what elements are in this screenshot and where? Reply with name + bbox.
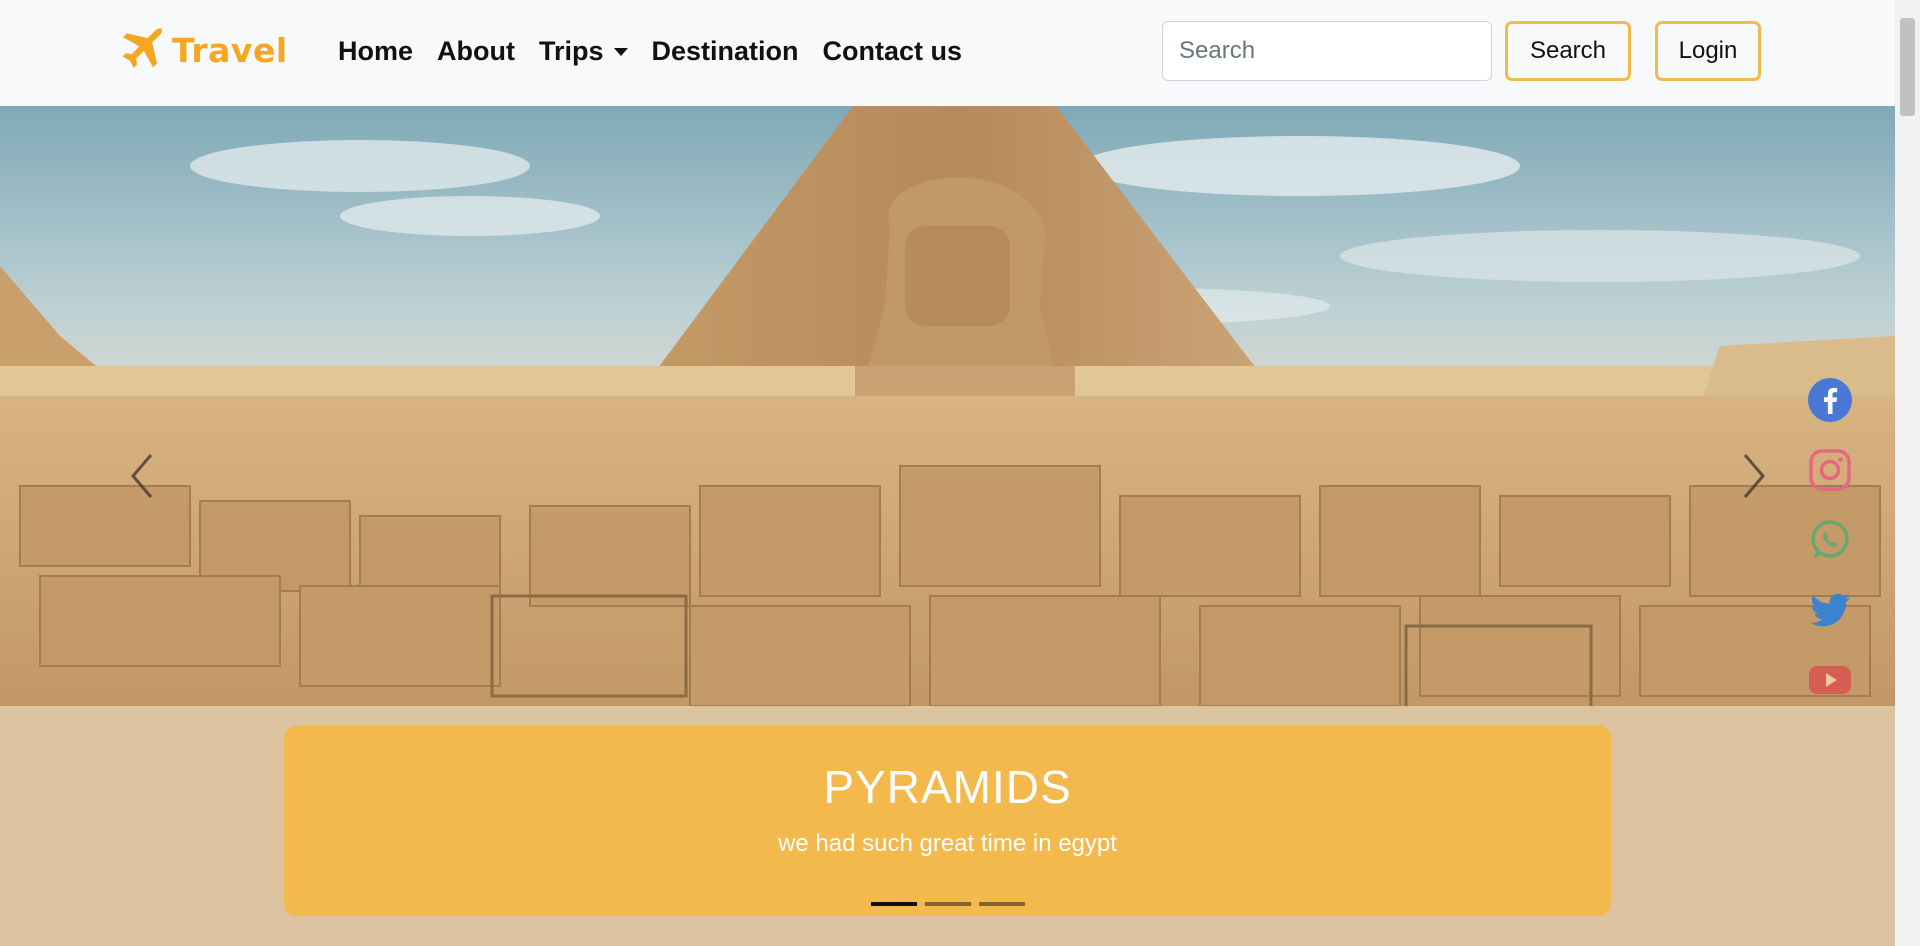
- nav-about[interactable]: About: [425, 33, 527, 69]
- main-nav: Home About Trips Destination Contact us: [326, 33, 974, 69]
- navbar: Travel Home About Trips Destination Cont…: [0, 0, 1895, 106]
- nav-home[interactable]: Home: [326, 33, 425, 69]
- twitter-icon[interactable]: [1806, 586, 1854, 634]
- youtube-icon[interactable]: [1806, 656, 1854, 704]
- login-button[interactable]: Login: [1655, 21, 1761, 81]
- whatsapp-icon[interactable]: [1806, 516, 1854, 564]
- page-scrollbar[interactable]: [1895, 0, 1920, 946]
- brand-logo[interactable]: Travel: [116, 24, 288, 76]
- nav-trips-label: Trips: [538, 36, 604, 66]
- carousel-next-button[interactable]: [1724, 436, 1784, 516]
- caret-down-icon: [613, 48, 628, 56]
- nav-trips-dropdown[interactable]: Trips: [527, 33, 640, 69]
- carousel-indicator[interactable]: [870, 902, 917, 906]
- hero-carousel: PYRAMIDS we had such great time in egypt: [0, 106, 1895, 946]
- instagram-icon[interactable]: [1806, 446, 1854, 494]
- carousel-indicator[interactable]: [924, 902, 971, 906]
- facebook-icon[interactable]: [1806, 376, 1854, 424]
- airplane-icon: [122, 27, 163, 68]
- carousel-caption: PYRAMIDS we had such great time in egypt: [284, 726, 1611, 916]
- search-button[interactable]: Search: [1505, 21, 1631, 81]
- caption-title: PYRAMIDS: [823, 761, 1072, 813]
- carousel-indicator[interactable]: [978, 902, 1025, 906]
- search-input[interactable]: [1162, 21, 1492, 81]
- caption-text: we had such great time in egypt: [778, 830, 1117, 857]
- chevron-right-icon: [1743, 454, 1765, 498]
- nav-destination[interactable]: Destination: [640, 33, 811, 69]
- carousel-indicators: [284, 902, 1611, 906]
- scrollbar-thumb[interactable]: [1900, 18, 1915, 116]
- nav-contact[interactable]: Contact us: [811, 33, 975, 69]
- carousel-prev-button[interactable]: [112, 436, 172, 516]
- brand-name: Travel: [172, 30, 288, 70]
- chevron-left-icon: [131, 454, 153, 498]
